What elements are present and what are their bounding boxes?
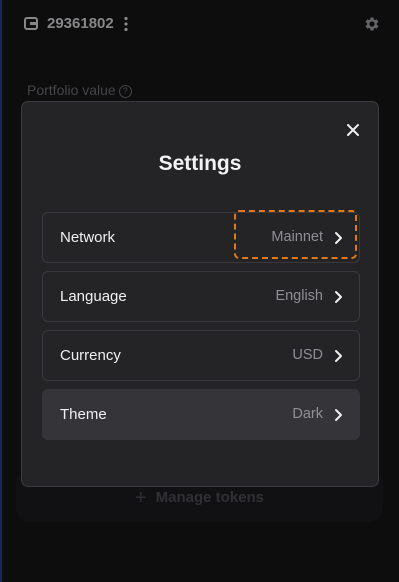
settings-row-currency[interactable]: Currency USD [42,330,360,381]
settings-row-network[interactable]: Network Mainnet [42,212,360,263]
row-value: English [275,288,323,304]
row-label: Currency [60,347,121,364]
app-page: 29361802 Portfolio value? + Manage tokens… [0,0,399,582]
chevron-right-icon [335,291,342,303]
settings-row-theme[interactable]: Theme Dark [42,389,360,440]
dialog-title: Settings [158,152,242,175]
chevron-right-icon [335,232,342,244]
settings-dialog: Settings Network Mainnet Language Englis… [21,101,379,487]
row-value: USD [292,347,323,363]
row-label: Language [60,288,127,305]
settings-row-language[interactable]: Language English [42,271,360,322]
chevron-right-icon [335,409,342,421]
close-icon[interactable] [344,121,362,139]
row-label: Network [60,229,116,246]
row-value: Dark [292,406,323,422]
chevron-right-icon [335,350,342,362]
row-value: Mainnet [271,229,323,245]
row-label: Theme [60,406,107,423]
